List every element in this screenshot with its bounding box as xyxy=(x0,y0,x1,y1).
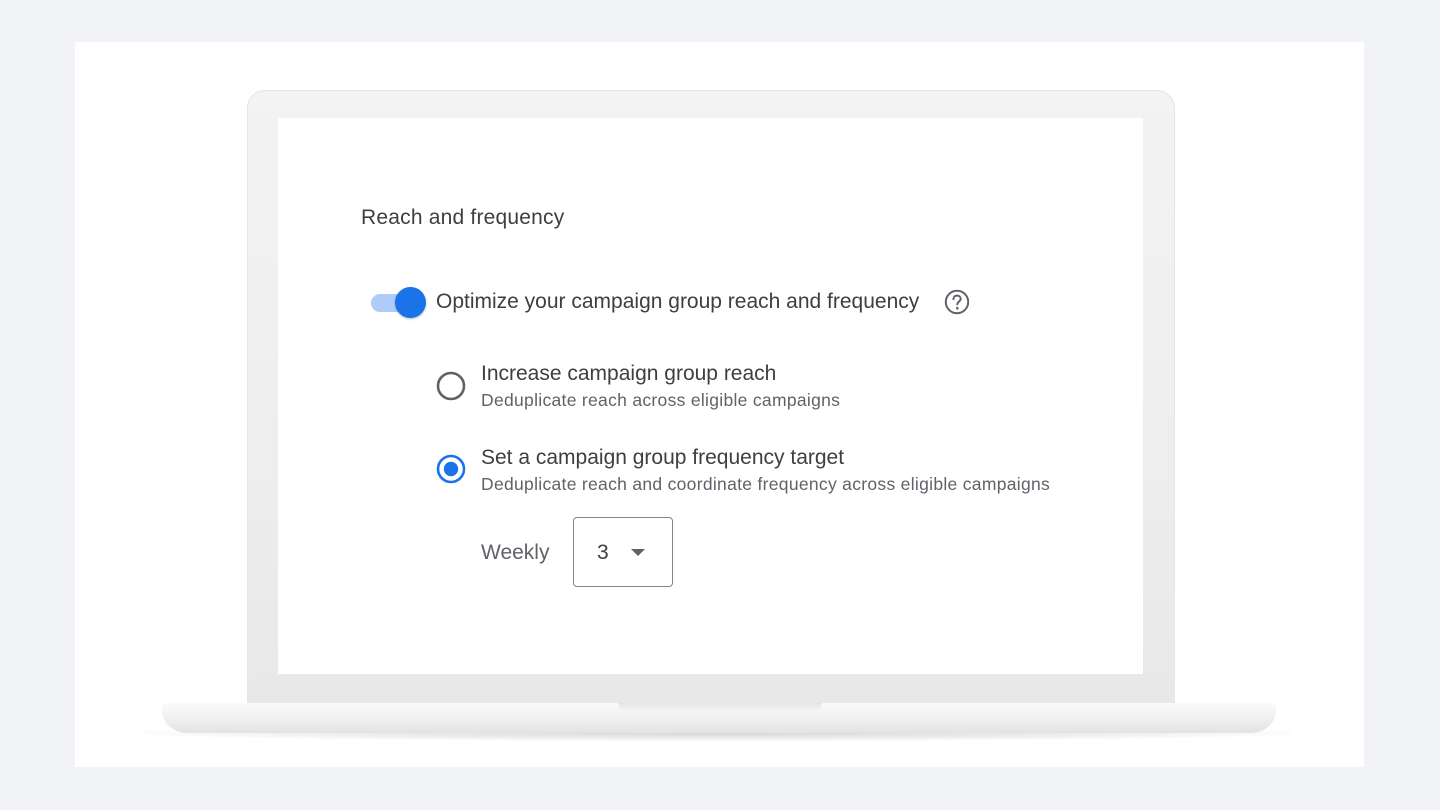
section-title: Reach and frequency xyxy=(361,206,565,229)
frequency-select[interactable]: 3 xyxy=(573,517,673,587)
frequency-period-label: Weekly xyxy=(481,541,550,564)
help-circle-icon[interactable] xyxy=(944,289,970,315)
radio-frequency-target[interactable] xyxy=(436,454,466,484)
toggle-thumb xyxy=(395,287,426,318)
option-frequency-target-description: Deduplicate reach and coordinate frequen… xyxy=(481,474,1051,494)
laptop-base-notch xyxy=(618,703,822,711)
optimize-toggle[interactable] xyxy=(371,286,427,318)
caret-down-icon xyxy=(631,549,645,556)
radio-increase-reach[interactable] xyxy=(436,371,466,401)
optimize-toggle-label: Optimize your campaign group reach and f… xyxy=(436,290,920,313)
option-frequency-target-label: Set a campaign group frequency target xyxy=(481,446,845,469)
option-increase-reach-label: Increase campaign group reach xyxy=(481,362,777,385)
option-increase-reach-description: Deduplicate reach across eligible campai… xyxy=(481,390,841,410)
frequency-select-value: 3 xyxy=(597,541,609,564)
